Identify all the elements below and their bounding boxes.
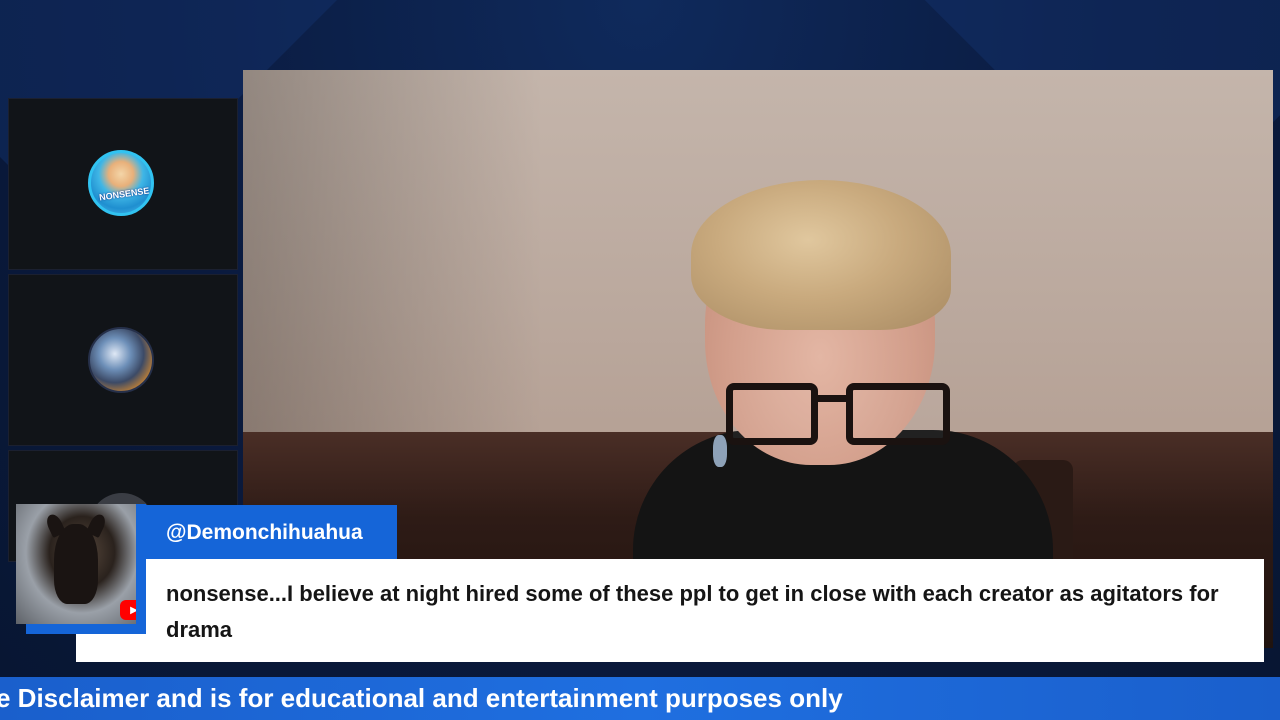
chat-message-text: nonsense...I believe at night hired some… (166, 581, 1219, 642)
participant-avatar-icon: NONSENSE (88, 150, 154, 216)
glasses-icon (726, 383, 956, 453)
glasses-lens-right (846, 383, 950, 445)
avatar-label: NONSENSE (98, 185, 150, 203)
chat-user-avatar: ▶ (16, 504, 136, 624)
youtube-icon: ▶ (120, 600, 136, 620)
wall-shadow (243, 70, 543, 470)
disclaimer-ticker: e Disclaimer and is for educational and … (0, 677, 1280, 720)
ticker-text: e Disclaimer and is for educational and … (0, 683, 843, 713)
participant-tile[interactable]: NONSENSE (8, 98, 238, 270)
earring (713, 435, 727, 467)
chat-username: @Demonchihuahua (136, 505, 397, 559)
speaker-hair (691, 180, 951, 330)
message-box-extension (76, 634, 156, 662)
chat-message: nonsense...I believe at night hired some… (146, 559, 1264, 662)
glasses-bridge (814, 395, 850, 402)
dog-icon (54, 524, 98, 604)
stream-layout: NONSENSE ▶ @Demonchihuahua nonsense...I … (0, 0, 1280, 720)
participant-tile[interactable] (8, 274, 238, 446)
participant-avatar-icon (88, 327, 154, 393)
glasses-lens-left (726, 383, 818, 445)
